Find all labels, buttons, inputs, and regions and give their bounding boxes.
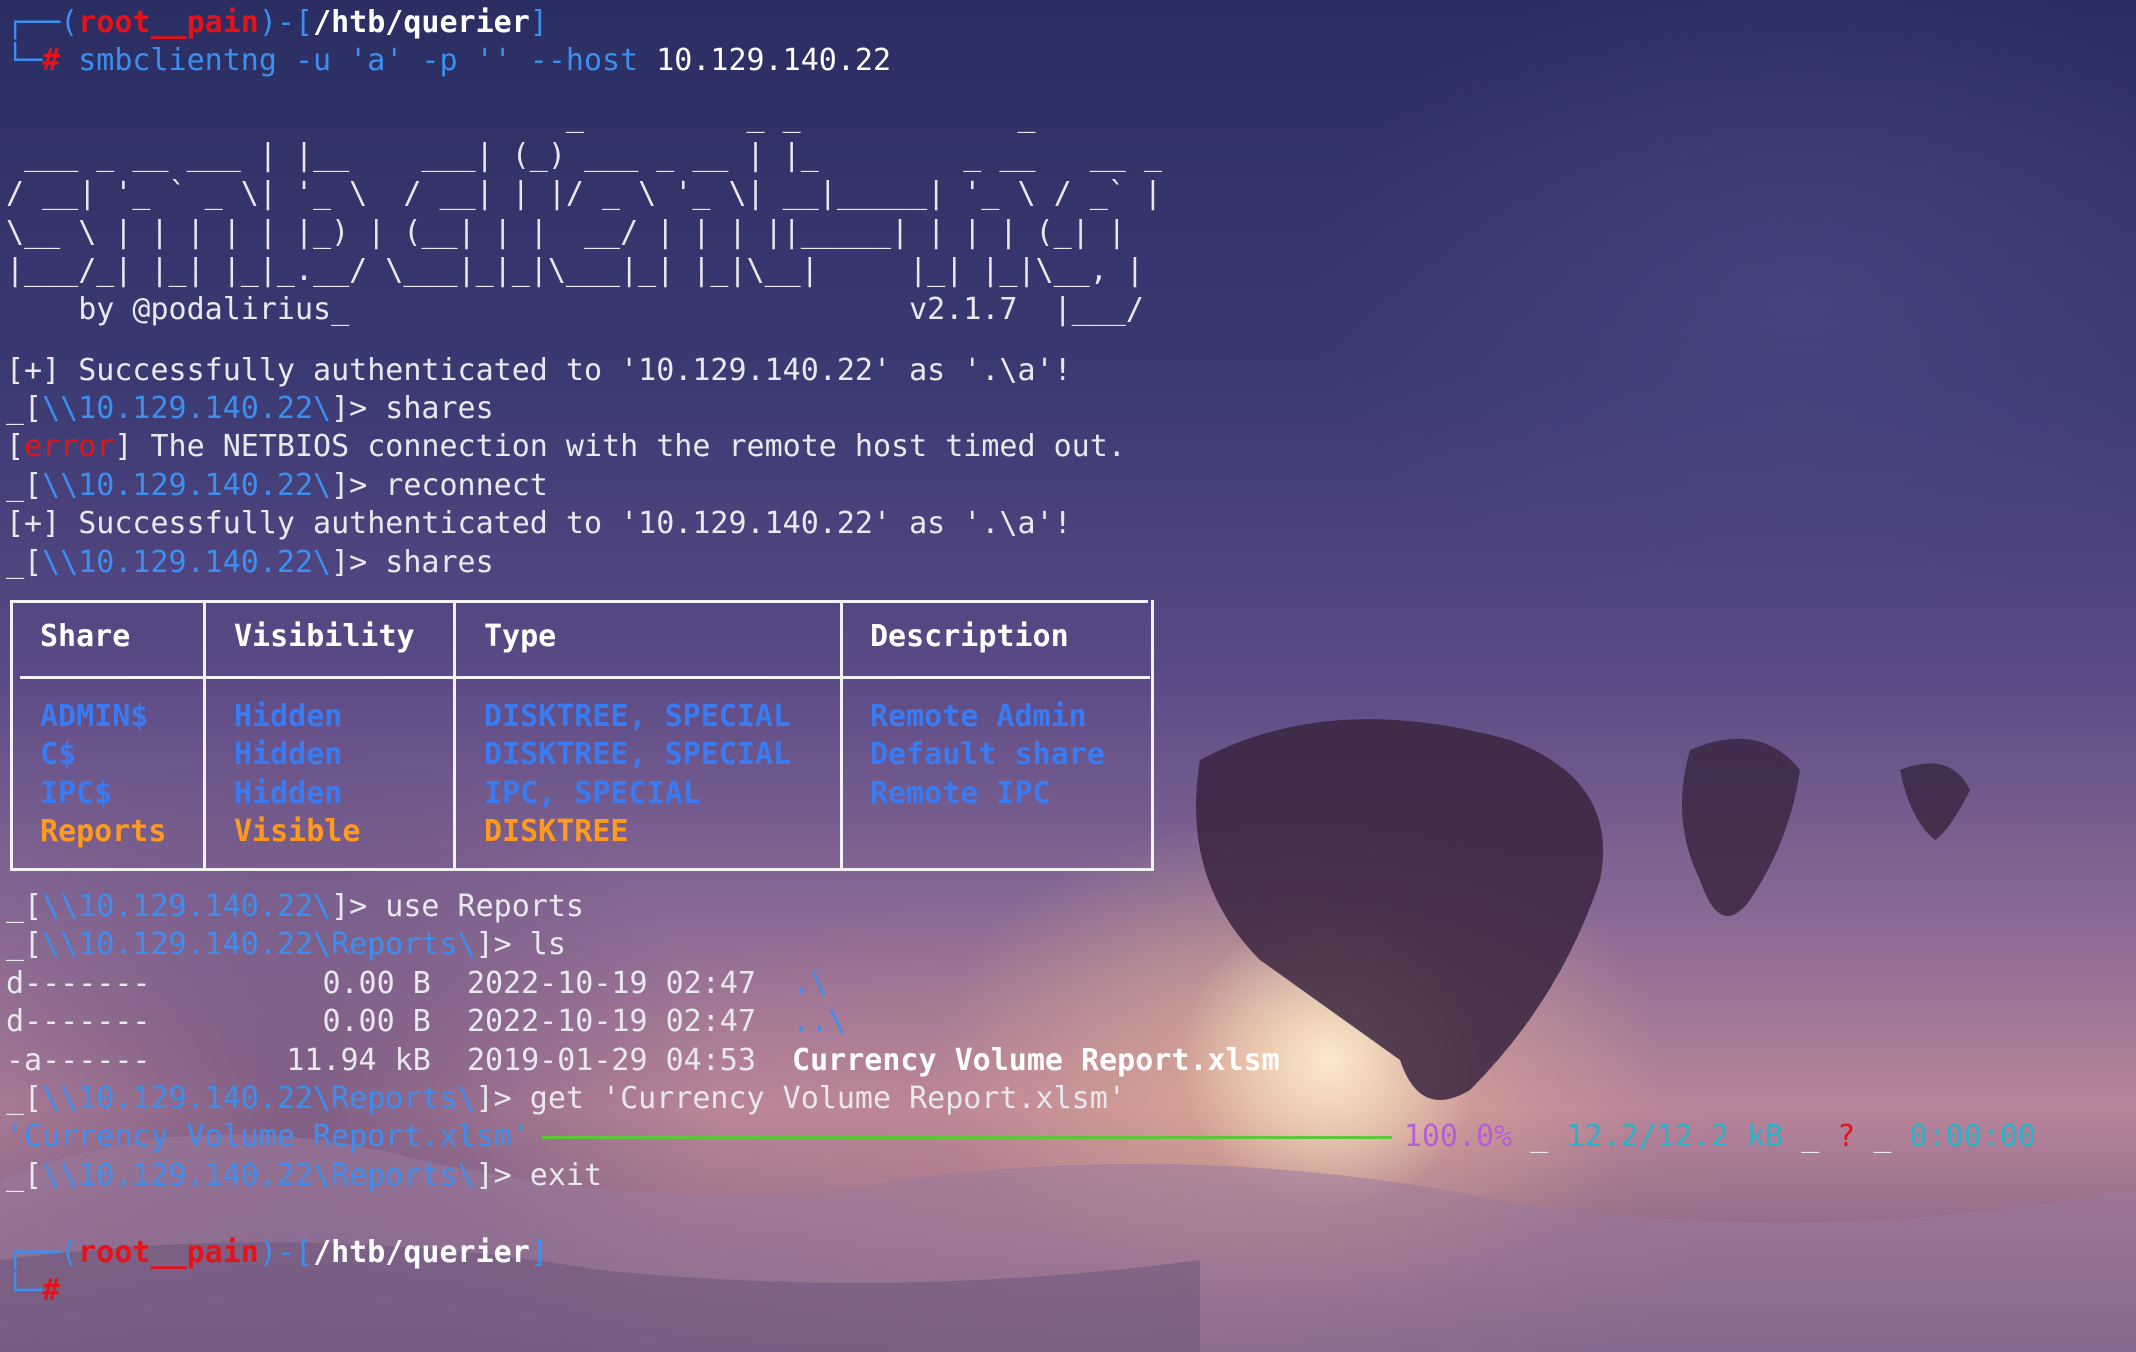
error-line: [error] The NETBIOS connection with the … — [6, 429, 1126, 464]
shell-prompt-line: _[\\10.129.140.22\]> shares — [6, 545, 494, 580]
download-speed: ? — [1837, 1119, 1856, 1154]
command-binary: smbclientng — [78, 43, 277, 78]
error-tag: error — [24, 429, 115, 464]
prompt-path: /htb/querier — [313, 5, 530, 40]
download-filename: 'Currency Volume Report.xlsm' — [6, 1119, 530, 1154]
share-path: \\10.129.140.22\ — [42, 391, 332, 426]
col-header-share: Share — [40, 619, 131, 654]
shell-prompt-line: _[\\10.129.140.22\Reports\]> get 'Curren… — [6, 1081, 1126, 1116]
shell-prompt-line: _[\\10.129.140.22\]> reconnect — [6, 468, 548, 503]
auth-success-line: [+] Successfully authenticated to '10.12… — [6, 506, 1072, 541]
command-input-line[interactable]: └─# — [6, 1272, 60, 1311]
col-header-type: Type — [484, 619, 557, 654]
command-host: 10.129.140.22 — [656, 43, 892, 78]
list-item: -a------ 11.94 kB 2019-01-29 04:53 Curre… — [6, 1043, 1280, 1078]
prompt-header-1: ┌──(root__pain)-[/htb/querier] — [6, 5, 548, 40]
prompt-user: root__pain — [78, 5, 259, 40]
shares-table: Share Visibility Type Description ADMIN$… — [10, 600, 1154, 871]
command-args: -u 'a' -p '' --host — [276, 43, 657, 78]
list-item: d------- 0.00 B 2022-10-19 02:47 ..\ — [6, 1004, 847, 1039]
download-progress-line: 'Currency Volume Report.xlsm' 100.0% _ 12… — [6, 1119, 2036, 1154]
progress-bar — [541, 1136, 1392, 1139]
list-item: d------- 0.00 B 2022-10-19 02:47 .\ — [6, 966, 829, 1001]
shell-prompt-line: _[\\10.129.140.22\Reports\]> exit — [6, 1158, 603, 1193]
ascii-banner: _ _ _ _ ___ _ __ ___ | |__ ___| (_) ___ … — [6, 99, 1162, 327]
header-underline — [20, 676, 1150, 679]
table-top-border — [10, 600, 1148, 603]
prompt-symbol: # — [42, 1273, 61, 1308]
col-header-description: Description — [870, 619, 1069, 654]
command-line-1: └─# smbclientng -u 'a' -p '' --host 10.1… — [6, 43, 892, 78]
prompt-header-2: ┌──(root__pain)-[/htb/querier] — [6, 1235, 548, 1270]
download-size: 12.2/12.2 kB — [1566, 1119, 1784, 1154]
shell-prompt-line: _[\\10.129.140.22\]> use Reports — [6, 889, 584, 924]
download-eta: 0:00:00 — [1909, 1119, 2036, 1154]
progress-percent: 100.0% — [1403, 1119, 1513, 1154]
terminal-window[interactable]: ┌──(root__pain)-[/htb/querier] └─# smbcl… — [0, 0, 2136, 1352]
shell-prompt-line: _[\\10.129.140.22\]> shares — [6, 391, 494, 426]
auth-success-line: [+] Successfully authenticated to '10.12… — [6, 353, 1072, 388]
shell-prompt-line: _[\\10.129.140.22\Reports\]> ls — [6, 927, 566, 962]
col-header-visibility: Visibility — [234, 619, 415, 654]
